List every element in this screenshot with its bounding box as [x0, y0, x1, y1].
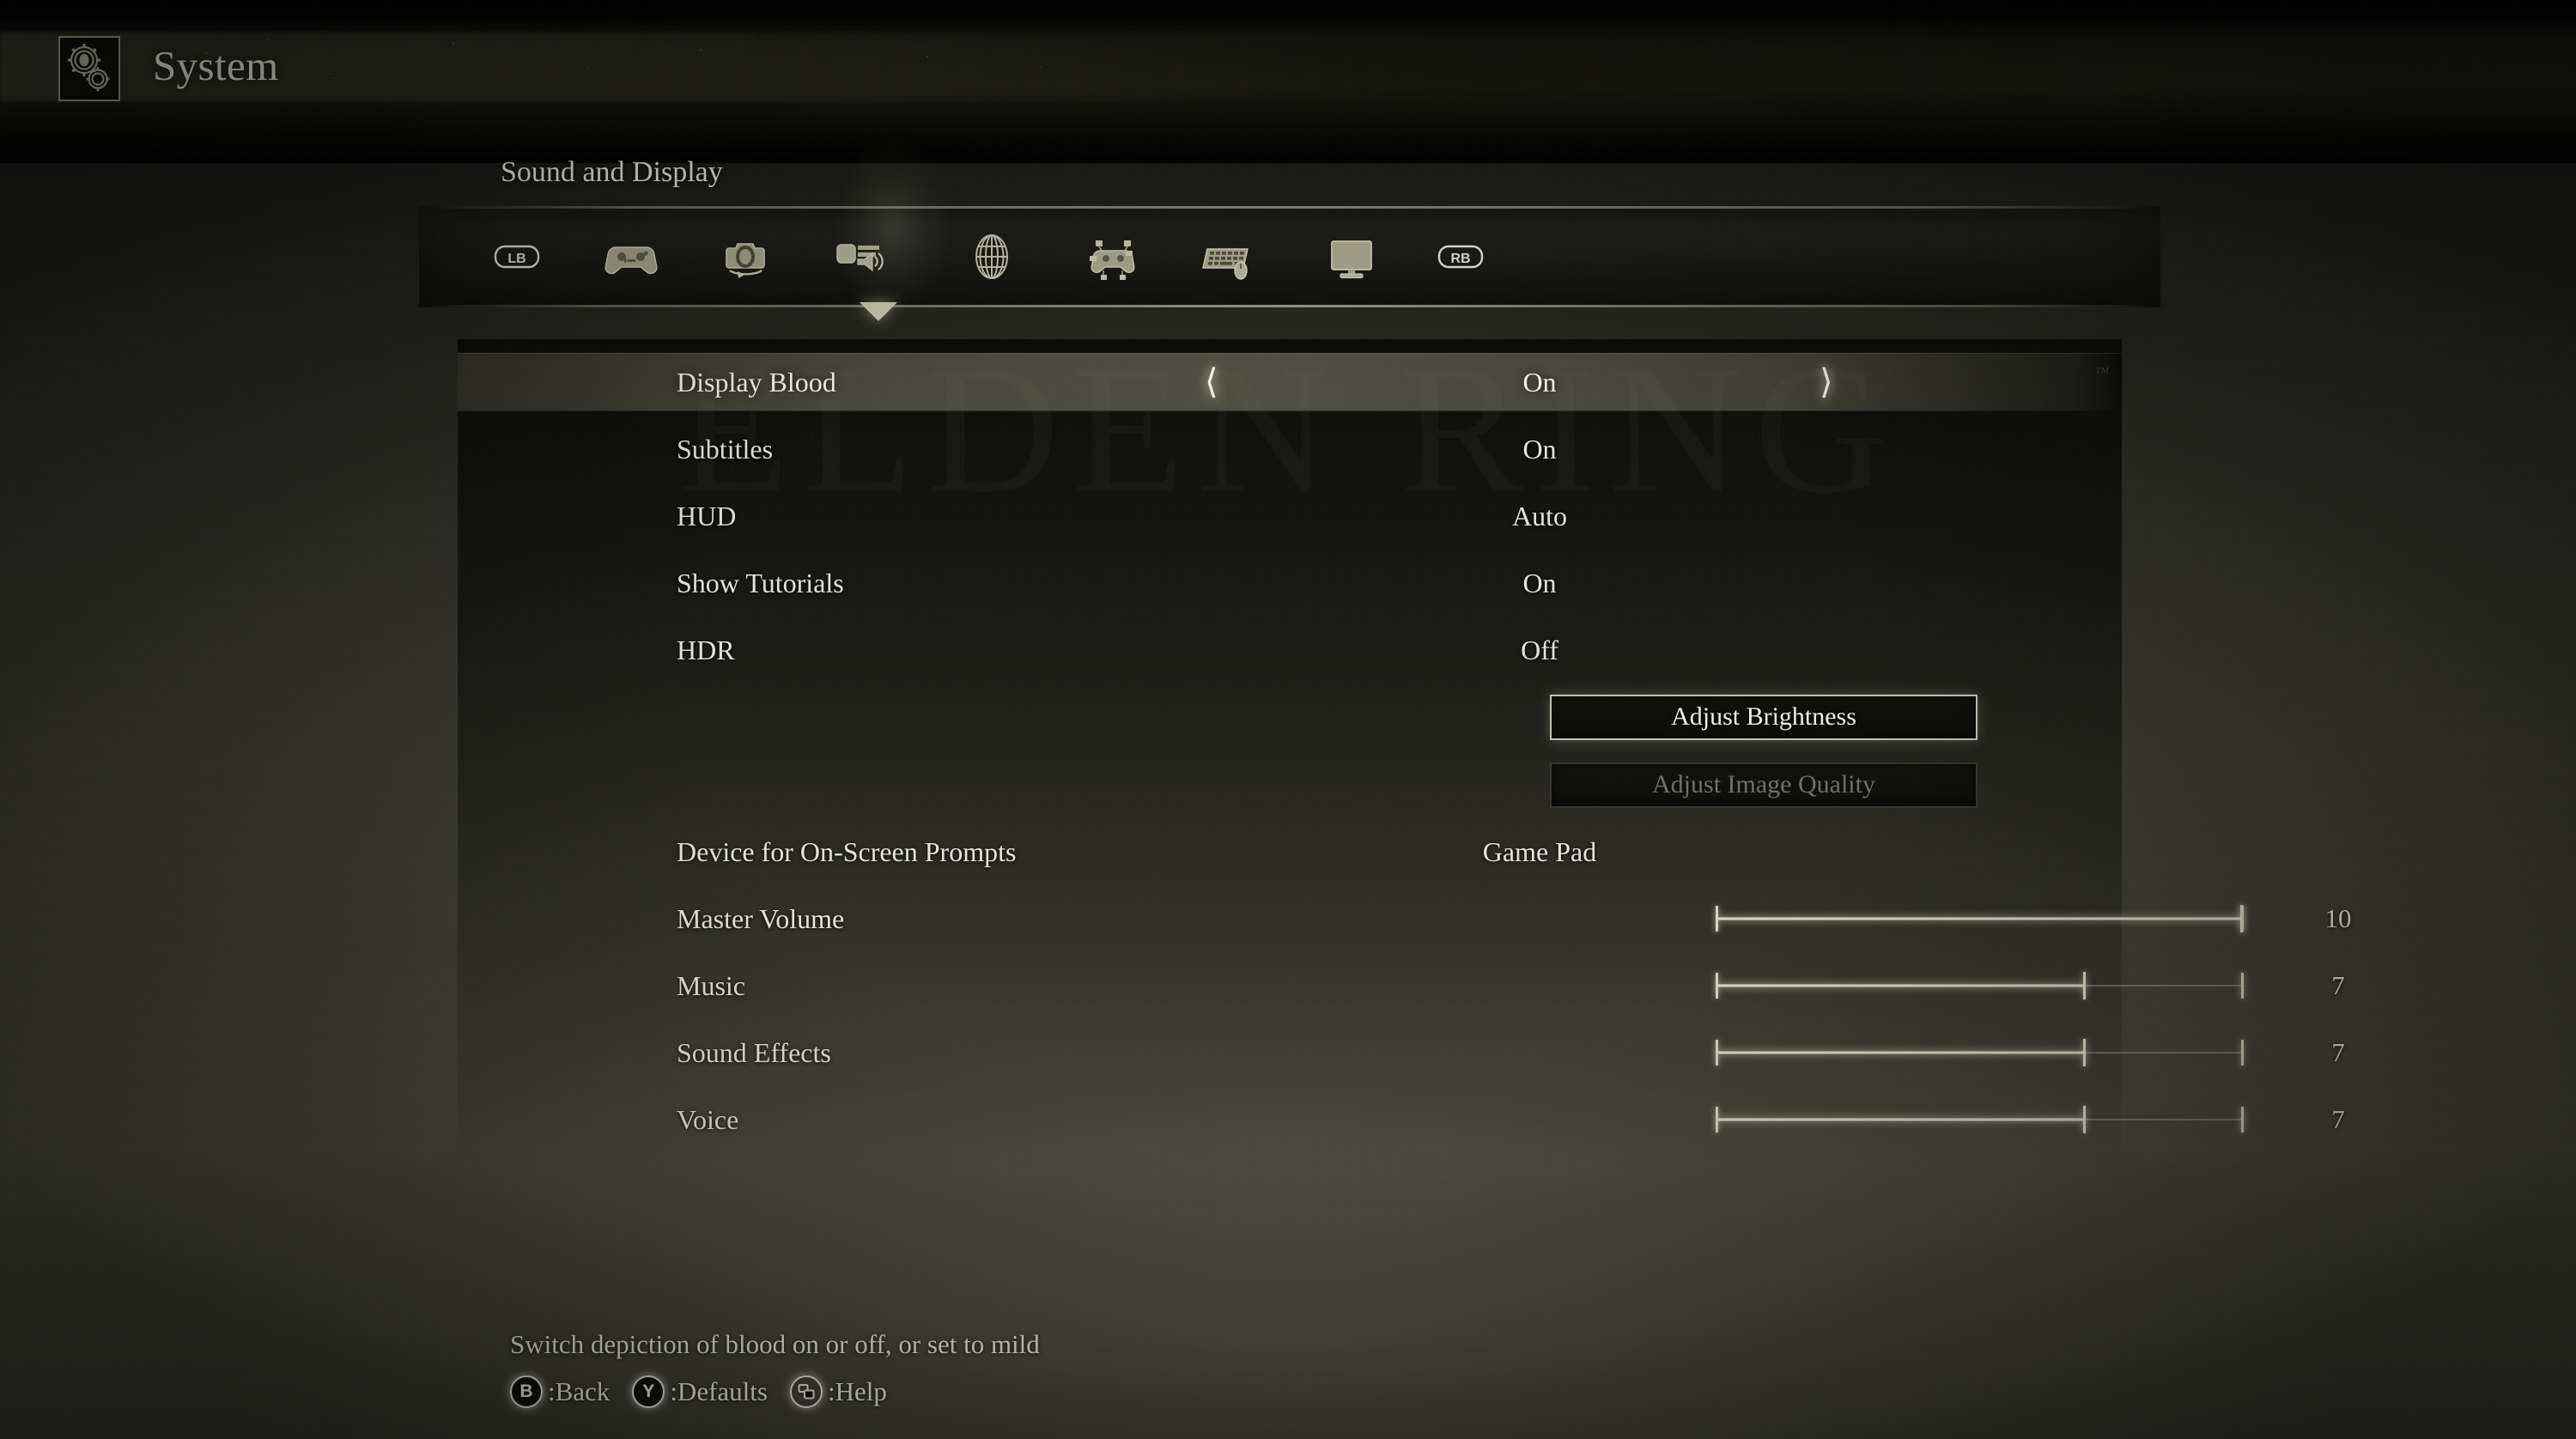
setting-row-display-blood[interactable]: Display Blood ⟨ On ⟩: [458, 353, 2122, 411]
button-y-icon: Y: [632, 1375, 665, 1408]
sound-display-icon: [836, 244, 884, 272]
gamepad-icon: [605, 246, 658, 275]
setting-row-show-tutorials[interactable]: Show Tutorials On: [458, 554, 2122, 612]
rb-bumper-icon: RB: [1437, 245, 1484, 269]
gears-icon: [58, 36, 120, 101]
tab-network[interactable]: [946, 211, 1037, 302]
setting-label: Master Volume: [677, 902, 845, 934]
setting-value: On: [1522, 567, 1557, 598]
slider-fill: [1717, 1051, 2085, 1054]
slider-cap-left: [1716, 973, 1718, 999]
setting-row-sound-effects[interactable]: Sound Effects 7: [458, 1023, 2345, 1082]
setting-value: On: [1522, 366, 1557, 398]
tab-sound-display[interactable]: [814, 211, 905, 302]
prompt-help[interactable]: :Help: [789, 1375, 887, 1408]
button-b-icon: B: [510, 1375, 543, 1408]
slider-value: 7: [2331, 1037, 2345, 1067]
slider-cap-left: [1716, 906, 1718, 932]
monitor-icon: [1331, 240, 1372, 279]
prompt-label: :Back: [548, 1376, 611, 1406]
setting-value: Off: [1521, 634, 1558, 665]
slider-value: 7: [2331, 970, 2345, 1000]
gamepad-mapping-icon: [1090, 240, 1135, 280]
setting-label: Sound Effects: [677, 1036, 831, 1068]
button-prompts: B :Back Y :Defaults :Help: [510, 1375, 909, 1408]
setting-value: Auto: [1512, 500, 1567, 531]
slider-cap-left: [1716, 1107, 1718, 1132]
setting-label: Subtitles: [677, 433, 774, 464]
master-volume-slider[interactable]: [1716, 905, 2244, 932]
slider-fill: [1717, 1118, 2085, 1121]
slider-cap-left: [1716, 1040, 1718, 1066]
game-settings-screen: System Sound and Display LB RB Display B…: [0, 0, 2576, 1439]
setting-label: HDR: [677, 634, 735, 665]
music-slider[interactable]: [1716, 972, 2244, 999]
tab-lb-bumper[interactable]: LB: [471, 211, 562, 302]
tab-camera[interactable]: [700, 211, 791, 302]
sound-effects-slider[interactable]: [1716, 1039, 2244, 1066]
tab-bar: [419, 206, 2160, 307]
setting-row-hud[interactable]: HUD Auto: [458, 487, 2122, 545]
slider-handle[interactable]: [2083, 1039, 2086, 1066]
section-title: Sound and Display: [501, 156, 723, 188]
slider-value: 7: [2331, 1104, 2345, 1134]
camera-rotate-icon: [726, 243, 765, 278]
setting-row-hdr[interactable]: HDR Off: [458, 621, 2122, 679]
tab-gameplay[interactable]: [586, 211, 677, 302]
tab-controls-gamepad[interactable]: [1067, 211, 1158, 302]
setting-row-music[interactable]: Music 7: [458, 956, 2345, 1015]
setting-row-adjust-brightness[interactable]: Adjust Brightness: [458, 688, 2122, 746]
slider-handle[interactable]: [2083, 972, 2086, 999]
button-view-icon: [789, 1375, 823, 1408]
slider-cap-right: [2241, 1040, 2244, 1066]
slider-fill: [1717, 984, 2085, 987]
setting-label: Display Blood: [677, 366, 836, 398]
lb-bumper-icon: LB: [494, 245, 540, 269]
setting-row-voice[interactable]: Voice 7: [458, 1090, 2345, 1149]
slider-cap-right: [2241, 973, 2244, 999]
keyboard-mouse-icon: [1202, 248, 1249, 280]
slider-cap-right: [2241, 1107, 2244, 1132]
prompt-label: :Help: [827, 1376, 887, 1406]
setting-label: Voice: [677, 1103, 739, 1135]
chevron-right-icon[interactable]: ⟩: [1820, 365, 1833, 399]
slider-handle[interactable]: [2083, 1106, 2086, 1133]
prompt-label: :Defaults: [670, 1376, 768, 1406]
tab-graphics[interactable]: [1306, 211, 1397, 302]
svg-text:RB: RB: [1450, 252, 1470, 266]
setting-label: Show Tutorials: [677, 567, 844, 598]
setting-row-subtitles[interactable]: Subtitles On: [458, 420, 2122, 478]
slider-fill: [1717, 917, 2242, 920]
svg-text:LB: LB: [507, 252, 526, 266]
adjust-image-quality-button: Adjust Image Quality: [1550, 762, 1978, 808]
tab-keyboard-mouse[interactable]: [1183, 211, 1274, 302]
setting-label: Device for On-Screen Prompts: [677, 835, 1017, 867]
setting-label: Music: [677, 969, 745, 1001]
adjust-brightness-button[interactable]: Adjust Brightness: [1550, 694, 1978, 740]
tab-rb-bumper[interactable]: RB: [1415, 211, 1506, 302]
globe-icon: [975, 234, 1008, 279]
selected-tab-indicator: [860, 302, 897, 321]
setting-row-device-for-on-screen-prompts[interactable]: Device for On-Screen Prompts Game Pad: [458, 823, 2122, 881]
voice-slider[interactable]: [1716, 1106, 2244, 1133]
prompt-defaults[interactable]: Y :Defaults: [632, 1375, 768, 1408]
prompt-back[interactable]: B :Back: [510, 1375, 610, 1408]
setting-value: On: [1522, 433, 1557, 464]
slider-value: 10: [2324, 903, 2352, 933]
header-bar: System: [0, 0, 2576, 163]
setting-value: Game Pad: [1482, 835, 1597, 867]
setting-description: Switch depiction of blood on or off, or …: [510, 1329, 1040, 1359]
slider-cap-right: [2241, 906, 2244, 932]
page-title: System: [153, 42, 279, 89]
setting-label: HUD: [677, 500, 737, 531]
setting-row-master-volume[interactable]: Master Volume 10: [458, 890, 2352, 948]
setting-row-adjust-image-quality: Adjust Image Quality: [458, 756, 2122, 814]
